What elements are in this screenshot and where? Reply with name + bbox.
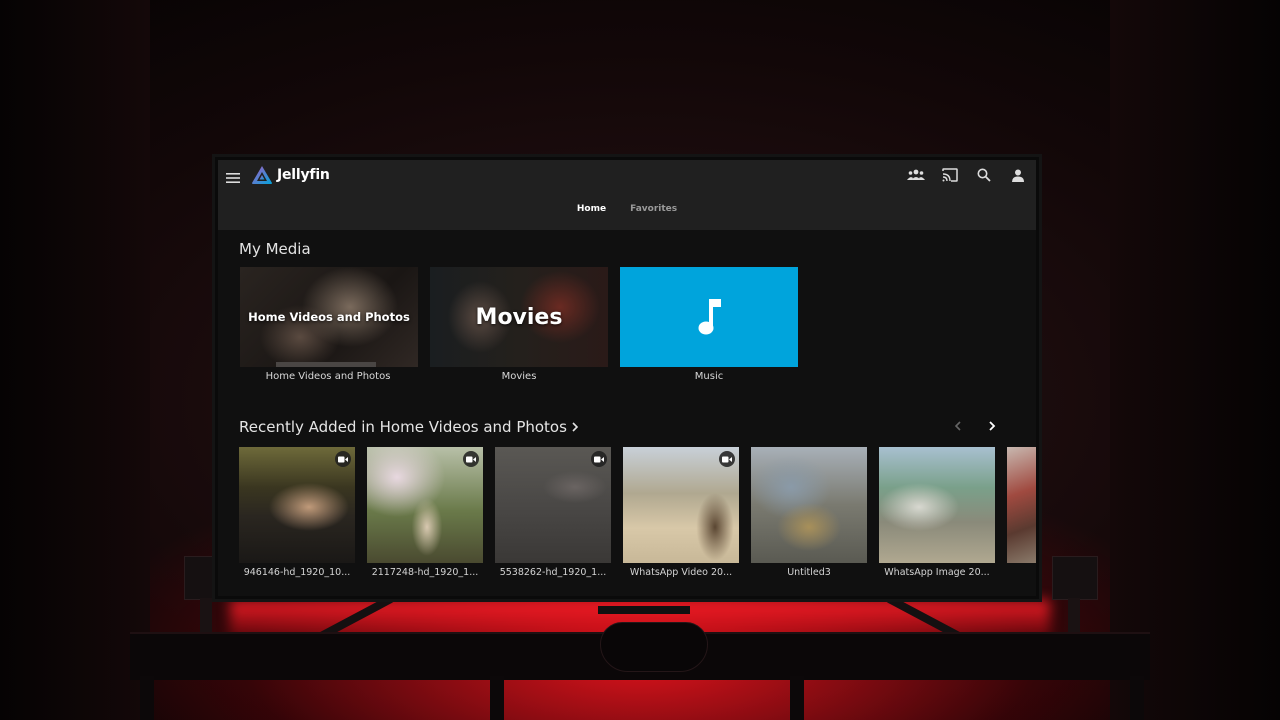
scroll-left-button[interactable] [950,418,966,434]
section-title: Recently Added in Home Videos and Photos [239,418,567,436]
speaker-right [1052,556,1098,600]
video-badge [719,451,735,467]
media-item-title[interactable]: 946146-hd_1920_10... [239,567,355,578]
tv-screen: Jellyfin Home Favorites My Media Home Vi… [218,160,1036,596]
speaker-stand-right [1068,598,1080,632]
search-button[interactable] [974,166,994,184]
music-note-icon [698,299,721,335]
library-movies[interactable]: Movies [430,267,608,367]
media-item-title[interactable]: WhatsApp Image 20... [879,567,995,578]
media-item-title[interactable]: WhatsApp Video 20... [623,567,739,578]
tab-favorites[interactable]: Favorites [630,204,677,214]
user-icon [1012,169,1024,182]
wall-right [1110,0,1280,720]
wall-left [0,0,150,720]
library-label[interactable]: Movies [430,371,608,382]
syncplay-button[interactable] [906,166,926,184]
video-camera-icon [338,456,348,462]
table-leg [790,676,804,720]
game-controller [600,622,708,672]
chevron-right-icon [989,421,996,431]
cast-button[interactable] [940,166,960,184]
video-badge [591,451,607,467]
library-overlay-title: Home Videos and Photos [248,310,410,324]
thumbnail-image [1007,447,1036,563]
media-item[interactable] [879,447,995,563]
chevron-left-icon [954,421,961,431]
thumbnail-image [751,447,867,563]
menu-icon [226,173,240,183]
cast-icon [942,168,958,182]
section-title: My Media [239,240,311,258]
brand-logo[interactable]: Jellyfin [251,164,330,186]
my-media-heading: My Media [239,240,311,258]
tv-base [598,606,690,614]
chevron-right-icon [572,422,579,432]
library-label[interactable]: Home Videos and Photos [239,371,417,382]
thumbnail-image [879,447,995,563]
scroll-right-button[interactable] [984,418,1000,434]
media-item-title[interactable]: 5538262-hd_1920_1... [495,567,611,578]
media-item-partial[interactable] [1007,447,1036,563]
header-tabs: Home Favorites [218,204,1036,214]
user-menu-button[interactable] [1008,166,1028,184]
table-leg [1130,676,1144,720]
media-item[interactable] [367,447,483,563]
menu-button[interactable] [222,166,244,190]
search-icon [977,168,991,182]
speaker-stand-left [200,598,212,632]
table-leg [140,676,154,720]
media-item[interactable] [623,447,739,563]
media-item-title[interactable]: 2117248-hd_1920_1... [367,567,483,578]
library-icon-wrap [620,267,798,367]
app-header: Jellyfin Home Favorites [218,160,1036,230]
users-icon [907,169,925,180]
video-camera-icon [722,456,732,462]
video-camera-icon [466,456,476,462]
library-music[interactable] [620,267,798,367]
brand-name: Jellyfin [277,167,330,183]
library-overlay-title: Movies [475,304,563,330]
media-item[interactable] [239,447,355,563]
video-camera-icon [594,456,604,462]
video-badge [463,451,479,467]
recently-added-heading[interactable]: Recently Added in Home Videos and Photos [239,418,579,436]
jellyfin-logo-icon [252,166,272,184]
tab-home[interactable]: Home [577,204,606,214]
library-label[interactable]: Music [620,371,798,382]
table-leg [490,676,504,720]
header-actions [906,166,1028,184]
video-badge [335,451,351,467]
library-home-videos[interactable]: Home Videos and Photos [240,267,418,367]
media-item[interactable] [751,447,867,563]
media-item-title[interactable]: Untitled3 [751,567,867,578]
media-item[interactable] [495,447,611,563]
